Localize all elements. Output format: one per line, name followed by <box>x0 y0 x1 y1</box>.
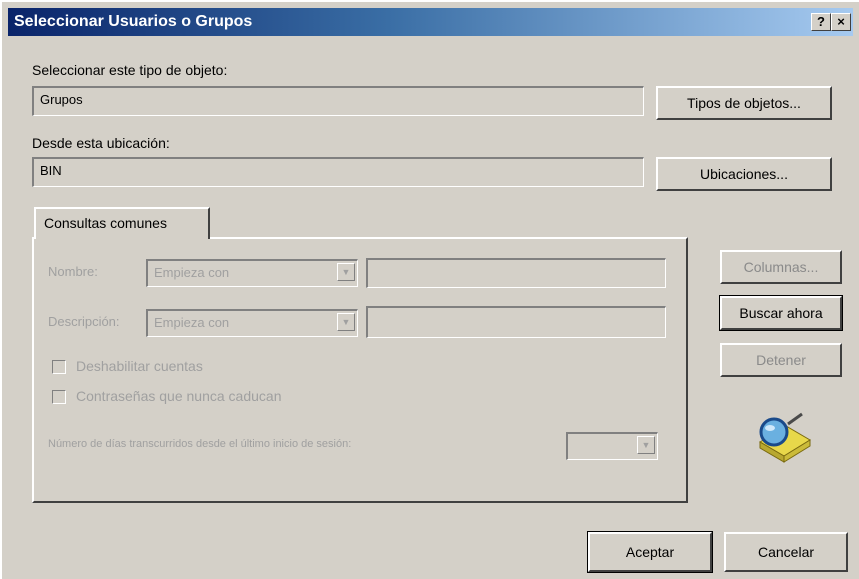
title-bar[interactable]: Seleccionar Usuarios o Grupos ? × <box>8 8 853 36</box>
select-users-groups-dialog: Seleccionar Usuarios o Grupos ? × Selecc… <box>0 0 859 579</box>
locations-button[interactable]: Ubicaciones... <box>656 157 832 191</box>
name-mode-value: Empieza con <box>154 265 230 280</box>
description-mode-select[interactable]: Empieza con ▼ <box>146 309 358 337</box>
cancel-button[interactable]: Cancelar <box>724 532 848 572</box>
columns-button[interactable]: Columnas... <box>720 250 842 284</box>
search-now-button[interactable]: Buscar ahora <box>719 295 843 331</box>
location-label: Desde esta ubicación: <box>32 135 170 151</box>
chevron-down-icon[interactable]: ▼ <box>337 313 355 331</box>
name-mode-select[interactable]: Empieza con ▼ <box>146 259 358 287</box>
disabled-accounts-label: Deshabilitar cuentas <box>76 358 203 374</box>
window-title: Seleccionar Usuarios o Grupos <box>14 13 253 30</box>
days-since-logon-label: Número de días transcurridos desde el úl… <box>48 438 352 450</box>
non-expiring-passwords-label: Contraseñas que nunca caducan <box>76 388 282 404</box>
description-label: Descripción: <box>48 314 120 329</box>
chevron-down-icon[interactable]: ▼ <box>637 436 655 454</box>
non-expiring-passwords-checkbox[interactable] <box>52 390 66 404</box>
name-label: Nombre: <box>48 264 98 279</box>
stop-button[interactable]: Detener <box>720 343 842 377</box>
close-button[interactable]: × <box>831 13 851 31</box>
chevron-down-icon[interactable]: ▼ <box>337 263 355 281</box>
object-type-label: Seleccionar este tipo de objeto: <box>32 62 228 78</box>
object-type-field: Grupos <box>32 86 644 116</box>
ok-button[interactable]: Aceptar <box>587 531 713 573</box>
object-types-button[interactable]: Tipos de objetos... <box>656 86 832 120</box>
help-button[interactable]: ? <box>811 13 831 31</box>
tab-common-queries[interactable]: Consultas comunes <box>34 207 210 239</box>
days-since-logon-select[interactable]: ▼ <box>566 432 658 460</box>
search-icon <box>759 412 811 463</box>
disabled-accounts-checkbox[interactable] <box>52 360 66 374</box>
name-input[interactable] <box>366 258 666 288</box>
description-mode-value: Empieza con <box>154 315 230 330</box>
location-field: BIN <box>32 157 644 187</box>
description-input[interactable] <box>366 306 666 338</box>
